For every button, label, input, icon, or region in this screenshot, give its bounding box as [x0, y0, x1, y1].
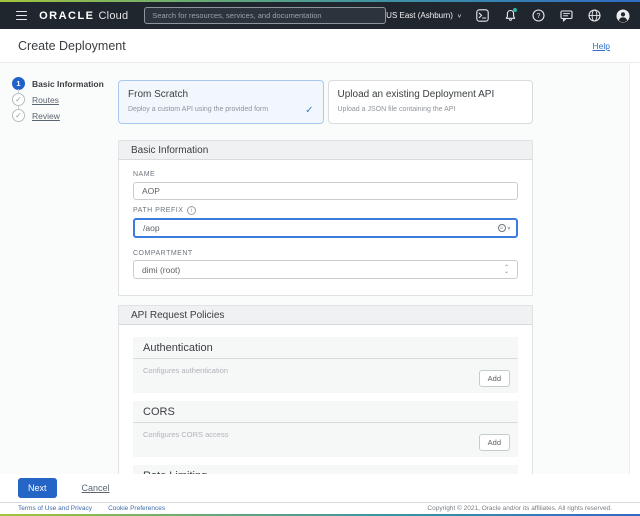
step-connector — [18, 89, 19, 94]
basic-information-section-header: Basic Information — [119, 141, 532, 160]
card-upload-existing[interactable]: Upload an existing Deployment API Upload… — [327, 80, 533, 124]
card-title: Upload an existing Deployment API — [337, 89, 495, 100]
step-basic-information: 1 Basic Information — [12, 77, 104, 90]
add-cors-button[interactable]: Add — [478, 434, 510, 451]
next-button[interactable]: Next — [18, 478, 57, 498]
path-prefix-label: PATH PREFIX i — [133, 206, 518, 215]
api-request-policies-section-header: API Request Policies — [119, 306, 532, 325]
path-prefix-input[interactable] — [133, 218, 518, 238]
policy-description: Configures CORS access — [143, 430, 229, 439]
hamburger-menu-icon[interactable] — [16, 10, 28, 21]
step-label: Review — [32, 110, 60, 121]
compartment-value: dimi (root) — [142, 264, 181, 275]
step-review[interactable]: ✓ Review — [12, 105, 104, 122]
topbar: ORACLE Cloud US East (Ashburn) ∨ ? — [0, 2, 640, 29]
name-input[interactable] — [133, 182, 518, 200]
content-area: 1 Basic Information ✓ Routes ✓ Review Fr… — [0, 63, 640, 474]
cloud-shell-icon[interactable] — [475, 8, 490, 23]
info-icon[interactable]: i — [187, 206, 197, 215]
logo-primary: ORACLE — [39, 9, 95, 22]
page-header: Create Deployment Help — [0, 29, 640, 63]
region-label: US East (Ashburn) — [386, 11, 453, 20]
oracle-cloud-logo: ORACLE Cloud — [39, 10, 128, 22]
compartment-select[interactable]: dimi (root) ⌃ ⌄ — [133, 260, 518, 279]
cookie-preferences-link[interactable]: Cookie Preferences — [108, 505, 165, 512]
main-column: From Scratch Deploy a custom API using t… — [118, 80, 533, 474]
svg-text:?: ? — [537, 13, 541, 20]
language-globe-icon[interactable] — [587, 8, 602, 23]
help-icon[interactable]: ? — [531, 8, 546, 23]
compartment-label: COMPARTMENT — [133, 250, 193, 257]
check-icon: ✓ — [15, 110, 22, 120]
feedback-chat-icon[interactable] — [559, 8, 574, 23]
card-subtitle: Deploy a custom API using the provided f… — [128, 106, 269, 113]
policy-rate-limiting: Rate Limiting Configures rate limiting — [133, 465, 518, 474]
global-search-input[interactable] — [144, 7, 387, 24]
logo-secondary: Cloud — [98, 9, 129, 22]
window-accent-top — [0, 0, 640, 2]
add-authentication-button[interactable]: Add — [478, 370, 510, 387]
policy-title: Rate Limiting — [133, 465, 518, 474]
basic-information-panel: Basic Information NAME PATH PREFIX i ☺∨ — [118, 140, 533, 296]
selected-check-icon: ✓ — [305, 105, 314, 116]
card-title: From Scratch — [128, 89, 189, 100]
wizard-action-bar: Next Cancel — [0, 474, 640, 502]
step-circle: ✓ — [12, 109, 25, 122]
notification-dot — [513, 8, 517, 12]
scrollbar-track[interactable] — [629, 63, 640, 474]
wizard-steps: 1 Basic Information ✓ Routes ✓ Review — [12, 77, 104, 125]
policy-title: CORS — [133, 401, 518, 423]
region-selector[interactable]: US East (Ashburn) ∨ — [386, 11, 462, 20]
creation-mode-cards: From Scratch Deploy a custom API using t… — [118, 80, 533, 124]
policy-description: Configures authentication — [143, 366, 229, 375]
help-link[interactable]: Help — [593, 41, 610, 51]
notifications-bell-icon[interactable] — [503, 8, 518, 23]
autofill-contact-icon[interactable]: ☺ ∨ — [497, 224, 511, 232]
policy-authentication: Authentication Configures authentication… — [133, 337, 518, 393]
step-routes[interactable]: ✓ Routes — [12, 89, 104, 106]
chevron-down-icon: ∨ — [456, 13, 462, 19]
user-avatar-icon[interactable] — [615, 8, 630, 23]
check-icon: ✓ — [15, 94, 22, 104]
policy-cors: CORS Configures CORS access Add — [133, 401, 518, 457]
copyright-text: Copyright © 2021, Oracle and/or its affi… — [427, 505, 612, 512]
step-label: Routes — [32, 94, 59, 105]
policy-title: Authentication — [133, 337, 518, 359]
step-label: Basic Information — [32, 78, 104, 89]
card-subtitle: Upload a JSON file containing the API — [337, 106, 456, 113]
name-label: NAME — [133, 171, 156, 178]
terms-link[interactable]: Terms of Use and Privacy — [18, 505, 92, 512]
select-stepper-icon: ⌃ ⌄ — [503, 264, 509, 275]
step-connector — [18, 105, 19, 110]
api-request-policies-panel: API Request Policies Authentication Conf… — [118, 305, 533, 474]
page-title: Create Deployment — [18, 38, 126, 53]
cancel-link[interactable]: Cancel — [82, 483, 110, 493]
card-from-scratch[interactable]: From Scratch Deploy a custom API using t… — [118, 80, 324, 124]
